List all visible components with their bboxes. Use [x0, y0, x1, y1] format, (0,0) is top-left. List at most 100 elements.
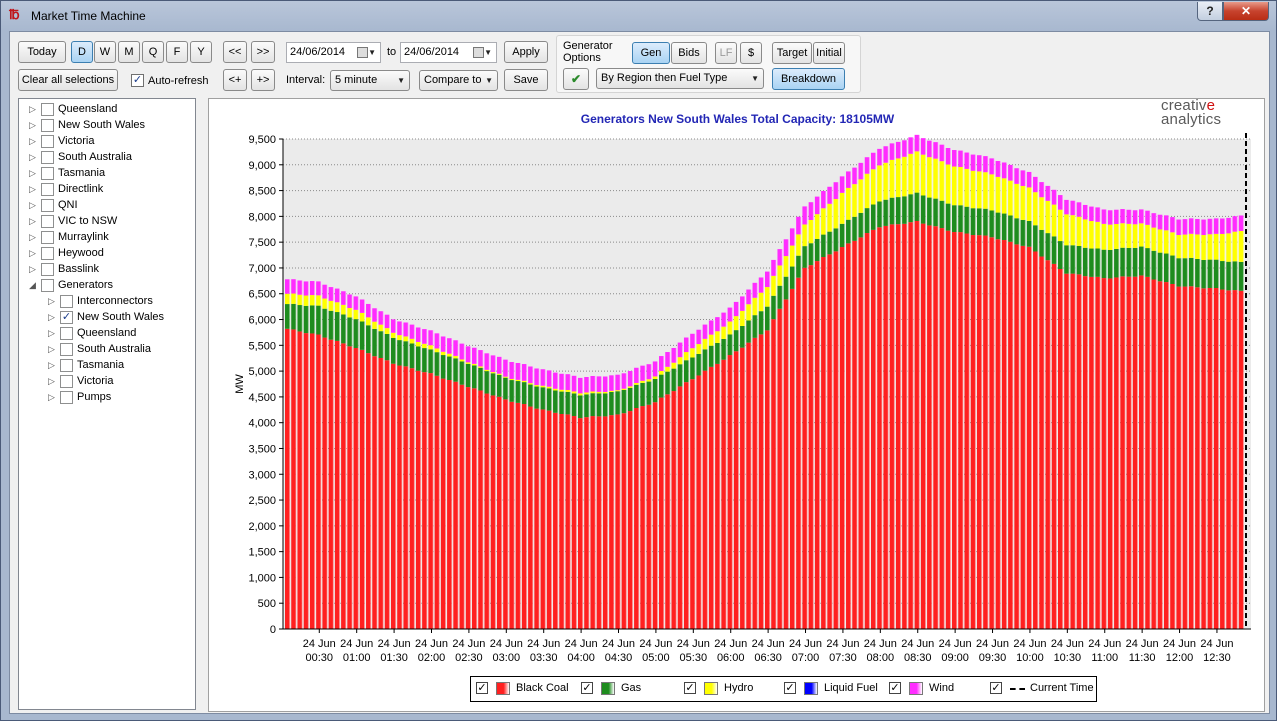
dollar-button[interactable]: $: [740, 42, 762, 64]
tree-item-checkbox[interactable]: [41, 103, 54, 116]
legend-checkbox[interactable]: ✓: [684, 682, 696, 694]
bar-segment-hydro: [341, 304, 347, 315]
expand-arrow-icon[interactable]: ▷: [48, 342, 58, 357]
tree-item-checkbox[interactable]: [60, 391, 73, 404]
help-button[interactable]: ?: [1197, 2, 1223, 21]
period-year-button[interactable]: Y: [190, 41, 212, 63]
lf-button[interactable]: LF: [715, 42, 737, 64]
tree-item-checkbox[interactable]: [60, 343, 73, 356]
grouping-select[interactable]: By Region then Fuel Type ▼: [596, 68, 764, 89]
expand-arrow-icon[interactable]: ▷: [29, 150, 39, 165]
bar-segment-black-coal: [540, 409, 547, 629]
bar-segment-black-coal: [571, 416, 578, 629]
date-from-input[interactable]: 24/06/2014 ▼: [286, 42, 381, 63]
bar-segment-black-coal: [740, 347, 746, 629]
collapse-arrow-icon[interactable]: ◢: [29, 278, 39, 293]
expand-arrow-icon[interactable]: ▷: [29, 198, 39, 213]
region-tree[interactable]: ▷ Queensland ▷ New South Wales ▷ Victoria ▷ Sou…: [18, 98, 196, 710]
legend-checkbox[interactable]: ✓: [581, 682, 593, 694]
expand-arrow-icon[interactable]: ▷: [29, 262, 39, 277]
chevron-down-icon[interactable]: ▼: [368, 43, 376, 62]
expand-arrow-icon[interactable]: ▷: [29, 230, 39, 245]
expand-arrow-icon[interactable]: ▷: [48, 358, 58, 373]
expand-arrow-icon[interactable]: ▷: [48, 326, 58, 341]
tree-item-checkbox[interactable]: [41, 151, 54, 164]
tree-item-checkbox[interactable]: [41, 263, 54, 276]
legend-checkbox[interactable]: ✓: [889, 682, 901, 694]
period-day-button[interactable]: D: [71, 41, 93, 63]
tree-item-checkbox[interactable]: [60, 295, 73, 308]
apply-button[interactable]: Apply: [504, 41, 548, 63]
legend-checkbox[interactable]: ✓: [990, 682, 1002, 694]
target-button[interactable]: Target: [772, 42, 812, 64]
initial-button[interactable]: Initial: [813, 42, 845, 64]
chevron-down-icon: ▼: [751, 74, 759, 83]
expand-arrow-icon[interactable]: ▷: [29, 246, 39, 261]
bar-segment-wind: [403, 322, 410, 337]
tree-item-checkbox[interactable]: [41, 247, 54, 260]
legend-dashed-line-swatch: [1010, 688, 1025, 690]
period-quarter-button[interactable]: Q: [142, 41, 164, 63]
tree-item-checkbox[interactable]: [41, 119, 54, 132]
interval-select[interactable]: 5 minute ▼: [330, 70, 410, 91]
select-options-button[interactable]: ✔: [563, 68, 589, 90]
tree-item-checkbox[interactable]: [60, 375, 73, 388]
legend-item[interactable]: ✓ Gas: [581, 682, 686, 696]
expand-arrow-icon[interactable]: ▷: [29, 166, 39, 181]
tree-item-checkbox[interactable]: [60, 359, 73, 372]
expand-arrow-icon[interactable]: ▷: [48, 390, 58, 405]
tree-item-checkbox[interactable]: [41, 183, 54, 196]
legend-label: Hydro: [724, 682, 754, 694]
bar-segment-black-coal: [584, 417, 590, 629]
expand-arrow-icon[interactable]: ▷: [48, 294, 58, 309]
expand-arrow-icon[interactable]: ▷: [29, 182, 39, 197]
expand-arrow-icon[interactable]: ▷: [29, 102, 39, 117]
legend-checkbox[interactable]: ✓: [476, 682, 488, 694]
legend-item[interactable]: ✓ Wind: [889, 682, 994, 696]
calendar-icon[interactable]: [473, 47, 484, 58]
tree-item-checkbox[interactable]: [41, 167, 54, 180]
prev-period-button[interactable]: <<: [223, 41, 247, 63]
bar-segment-wind: [1076, 202, 1083, 217]
compare-to-select[interactable]: Compare to ▼: [419, 70, 498, 91]
tree-item-checkbox[interactable]: [41, 231, 54, 244]
calendar-icon[interactable]: [357, 47, 368, 58]
expand-arrow-icon[interactable]: ▷: [48, 374, 58, 389]
save-button[interactable]: Save: [504, 69, 548, 91]
auto-refresh-checkbox[interactable]: ✓: [131, 74, 144, 87]
period-month-button[interactable]: M: [118, 41, 140, 63]
gen-button[interactable]: Gen: [632, 42, 670, 64]
chevron-down-icon[interactable]: ▼: [484, 43, 492, 62]
tree-item-checkbox[interactable]: [41, 279, 54, 292]
bar-segment-gas: [877, 201, 883, 228]
expand-arrow-icon[interactable]: ▷: [29, 134, 39, 149]
tree-item-checkbox[interactable]: [41, 215, 54, 228]
tree-item-checkbox[interactable]: [60, 327, 73, 340]
close-button[interactable]: ✕: [1223, 2, 1269, 21]
legend-item[interactable]: ✓ Liquid Fuel: [784, 682, 889, 696]
clear-all-selections-button[interactable]: Clear all selections: [18, 69, 118, 91]
bar-segment-wind: [472, 347, 478, 364]
legend-item[interactable]: ✓ Black Coal: [476, 682, 581, 696]
expand-arrow-icon[interactable]: ▷: [48, 310, 58, 325]
expand-arrow-icon[interactable]: ▷: [29, 214, 39, 229]
breakdown-button[interactable]: Breakdown: [772, 68, 845, 90]
today-button[interactable]: Today: [18, 41, 66, 63]
step-back-button[interactable]: <+: [223, 69, 247, 91]
expand-arrow-icon[interactable]: ▷: [29, 118, 39, 133]
date-to-input[interactable]: 24/06/2014 ▼: [400, 42, 497, 63]
bar-segment-hydro: [889, 159, 896, 198]
tree-item-checkbox[interactable]: [41, 135, 54, 148]
tree-item-checkbox[interactable]: ✓: [60, 311, 73, 324]
legend-item[interactable]: ✓ Hydro: [684, 682, 789, 696]
period-week-button[interactable]: W: [94, 41, 116, 63]
tree-item-checkbox[interactable]: [41, 199, 54, 212]
period-f-button[interactable]: F: [166, 41, 188, 63]
step-forward-button[interactable]: +>: [251, 69, 275, 91]
legend-item[interactable]: ✓ Current Time: [990, 682, 1095, 696]
bar-segment-black-coal: [1064, 273, 1070, 629]
legend-checkbox[interactable]: ✓: [784, 682, 796, 694]
bids-button[interactable]: Bids: [671, 42, 707, 64]
next-period-button[interactable]: >>: [251, 41, 275, 63]
tree-item-label: Directlink: [58, 183, 104, 195]
